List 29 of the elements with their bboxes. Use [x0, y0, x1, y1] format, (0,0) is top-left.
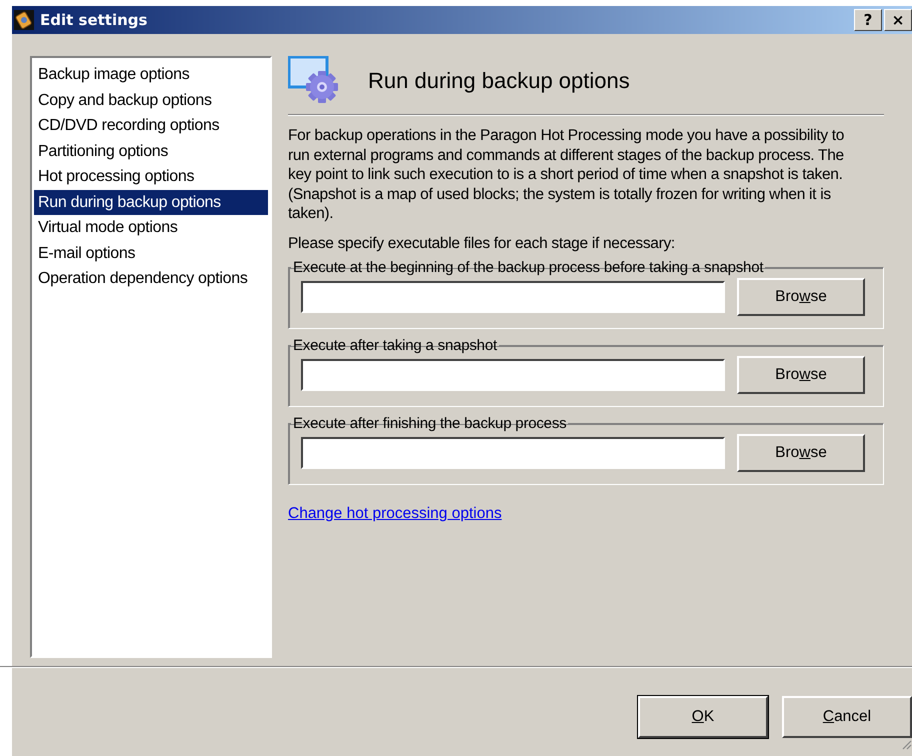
app-icon: [14, 10, 34, 30]
group-legend: Execute after taking a snapshot: [291, 337, 499, 354]
path-field[interactable]: [301, 359, 725, 391]
path-field[interactable]: [301, 437, 725, 469]
group-legend: Execute at the beginning of the backup process before taking a snapshot: [291, 259, 766, 276]
sidebar-item[interactable]: Operation dependency options: [34, 266, 268, 292]
sidebar-item[interactable]: Hot processing options: [34, 164, 268, 190]
window-title: Edit settings: [40, 11, 148, 29]
sidebar-item[interactable]: CD/DVD recording options: [34, 113, 268, 138]
sidebar-item[interactable]: Backup image options: [34, 62, 268, 88]
help-button[interactable]: ?: [854, 9, 882, 31]
browse-button[interactable]: Browse: [737, 278, 865, 316]
close-button[interactable]: ×: [884, 9, 912, 31]
sidebar-item[interactable]: E-mail options: [34, 240, 268, 266]
settings-link[interactable]: Change hot processing options: [288, 505, 502, 523]
sidebar-item[interactable]: Copy and backup options: [34, 88, 268, 113]
sidebar-item[interactable]: Run during backup options: [34, 190, 268, 215]
cancel-button[interactable]: Cancel: [782, 696, 912, 738]
sidebar-item[interactable]: Virtual mode options: [34, 215, 268, 240]
ok-button[interactable]: OK: [638, 696, 768, 738]
description-text: For backup operations in the Paragon Hot Processing mode you have a possibility to run external programs and commands at different stages of the backup process. The key point to link such execution to is a short period of time when a snapshot is taken. (Snapshot is a map of used blocks; the system is totally frozen for writing when it is taken).: [288, 126, 846, 224]
instruction-text: Please specify executable files for each stage if necessary:: [288, 234, 676, 253]
browse-button[interactable]: Browse: [737, 356, 865, 394]
browse-button[interactable]: Browse: [737, 434, 865, 472]
sidebar-item[interactable]: Partitioning options: [34, 138, 268, 164]
resize-grip-icon: [900, 738, 912, 750]
page-title: Run during backup options: [368, 68, 630, 94]
path-field[interactable]: [301, 281, 725, 313]
group-legend: Execute after finishing the backup process: [291, 415, 568, 432]
